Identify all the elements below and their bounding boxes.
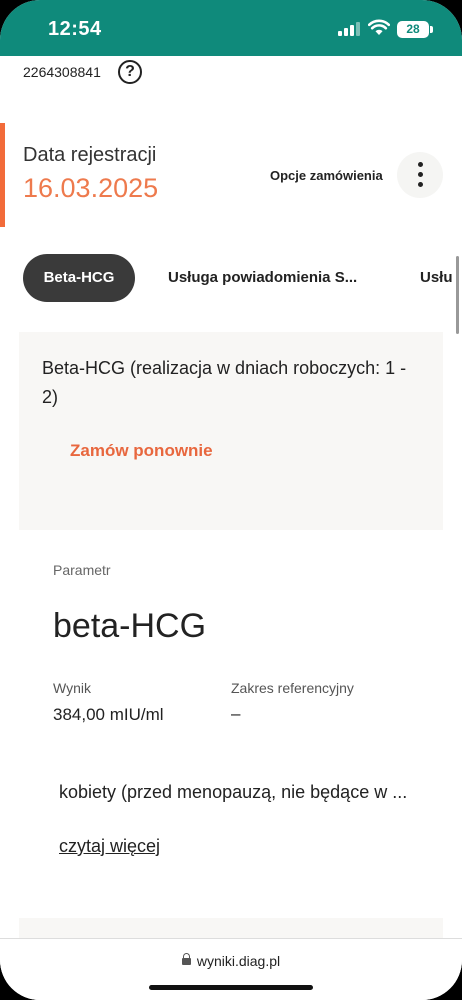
accent-bar xyxy=(0,123,5,227)
help-icon[interactable]: ? xyxy=(118,60,142,84)
tab-notification-service[interactable]: Usługa powiadomienia S... xyxy=(168,254,357,302)
home-indicator[interactable] xyxy=(149,985,313,990)
result-value: 384,00 mIU/ml xyxy=(53,705,164,724)
registration-label: Data rejestracji xyxy=(23,144,157,166)
reference-range-value: – xyxy=(231,704,241,723)
status-bar: 12:54 28 xyxy=(0,0,462,56)
parameter-name: beta-HCG xyxy=(53,607,207,645)
more-dots-icon xyxy=(418,162,423,167)
more-dots-icon-mid xyxy=(418,172,423,177)
more-dots-icon-bottom xyxy=(418,182,423,187)
service-title: Beta-HCG (realizacja w dniach roboczych:… xyxy=(42,358,407,407)
page-content[interactable]: 2264308841 ? Data rejestracji 16.03.2025… xyxy=(0,56,462,938)
wifi-icon xyxy=(367,19,391,41)
service-card: Beta-HCG (realizacja w dniach roboczych:… xyxy=(19,332,443,530)
result-description: kobiety (przed menopauzą, nie będące w .… xyxy=(59,782,408,802)
registration-date: 16.03.2025 xyxy=(23,173,159,203)
browser-address-bar[interactable]: wyniki.diag.pl xyxy=(0,938,462,1000)
tab-third[interactable]: Usłu xyxy=(420,254,453,302)
reorder-button[interactable]: Zamów ponownie xyxy=(70,441,213,461)
battery-tip xyxy=(430,26,433,33)
parameter-label: Parametr xyxy=(53,562,111,578)
cellular-signal-icon xyxy=(338,22,360,36)
status-time: 12:54 xyxy=(48,18,102,40)
url-display[interactable]: wyniki.diag.pl xyxy=(0,953,462,969)
lock-icon xyxy=(181,953,191,965)
battery-icon: 28 xyxy=(397,21,429,38)
more-options-button[interactable] xyxy=(397,152,443,198)
order-id: 2264308841 xyxy=(23,64,101,80)
phone-screen: 12:54 28 2264308841 ? Data rejestracji 1… xyxy=(0,0,462,1000)
read-more-link[interactable]: czytaj więcej xyxy=(59,836,160,857)
url-text: wyniki.diag.pl xyxy=(196,953,281,969)
scrollbar-thumb[interactable] xyxy=(456,256,459,334)
result-label: Wynik xyxy=(53,680,91,696)
reference-range-label: Zakres referencyjny xyxy=(231,680,354,696)
next-card xyxy=(19,918,443,938)
order-options-button[interactable]: Opcje zamówienia xyxy=(270,168,383,183)
tab-beta-hcg[interactable]: Beta-HCG xyxy=(23,254,135,302)
